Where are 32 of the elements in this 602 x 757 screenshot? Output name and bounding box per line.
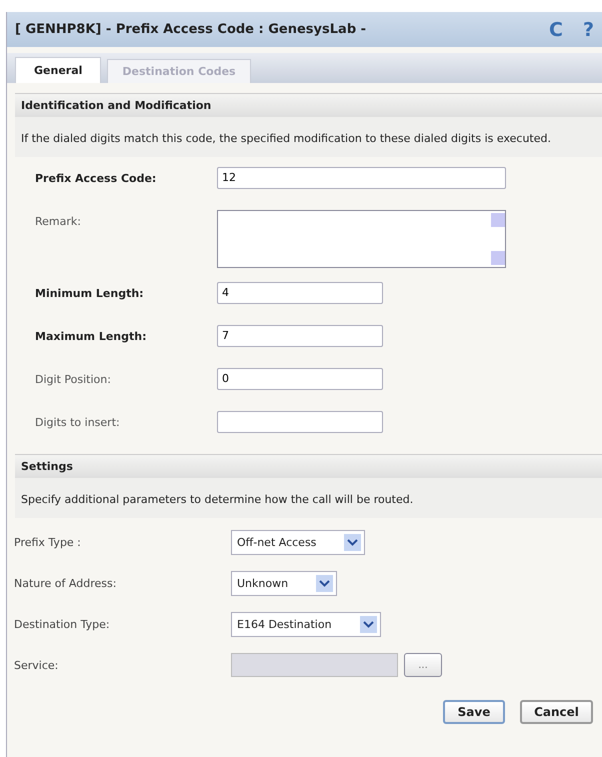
text-field[interactable]: 0: [217, 368, 383, 390]
field-label: Digit Position:: [34, 372, 112, 386]
section-header: Settings: [15, 454, 602, 478]
dropdown[interactable]: E164 Destination: [231, 612, 381, 637]
text-field[interactable]: 12: [217, 166, 506, 189]
save-button[interactable]: Save: [443, 700, 505, 724]
tab[interactable]: General: [15, 57, 102, 83]
cancel-button[interactable]: Cancel: [520, 700, 593, 724]
dropdown[interactable]: Off-net Access: [231, 530, 366, 555]
dropdown[interactable]: Unknown: [231, 570, 338, 596]
field-label: Service:: [13, 658, 60, 672]
window-title: [ GENHP8K] - Prefix Access Code : GenesysLab -: [15, 22, 368, 37]
field-label: Digits to insert:: [34, 414, 121, 429]
chevron-down-icon: [360, 616, 377, 633]
scrollbar-button[interactable]: [491, 212, 505, 227]
field-label: Minimum Length:: [34, 286, 145, 300]
field-label: Nature of Address:: [13, 576, 118, 590]
text-field[interactable]: 4: [217, 282, 383, 304]
field-label: Maximum Length:: [34, 328, 148, 343]
field-label: Remark:: [34, 214, 82, 228]
text-field[interactable]: 7: [217, 324, 383, 347]
chevron-down-icon: [344, 534, 362, 551]
section-description: Specify additional parameters to determine how the call will be routed.: [15, 478, 602, 518]
remark-textarea[interactable]: [217, 210, 506, 268]
scrollbar-button[interactable]: [491, 250, 505, 265]
field-label: Prefix Type :: [13, 536, 82, 549]
chevron-down-icon: [316, 574, 334, 592]
section-header: Identification and Modification: [15, 93, 602, 117]
field-label: Destination Type:: [13, 618, 111, 631]
text-field[interactable]: [217, 410, 383, 433]
section-description: If the dialed digits match this code, the specified modification to these dialed digits is executed.: [15, 117, 602, 157]
field-label: Prefix Access Code:: [34, 170, 158, 185]
